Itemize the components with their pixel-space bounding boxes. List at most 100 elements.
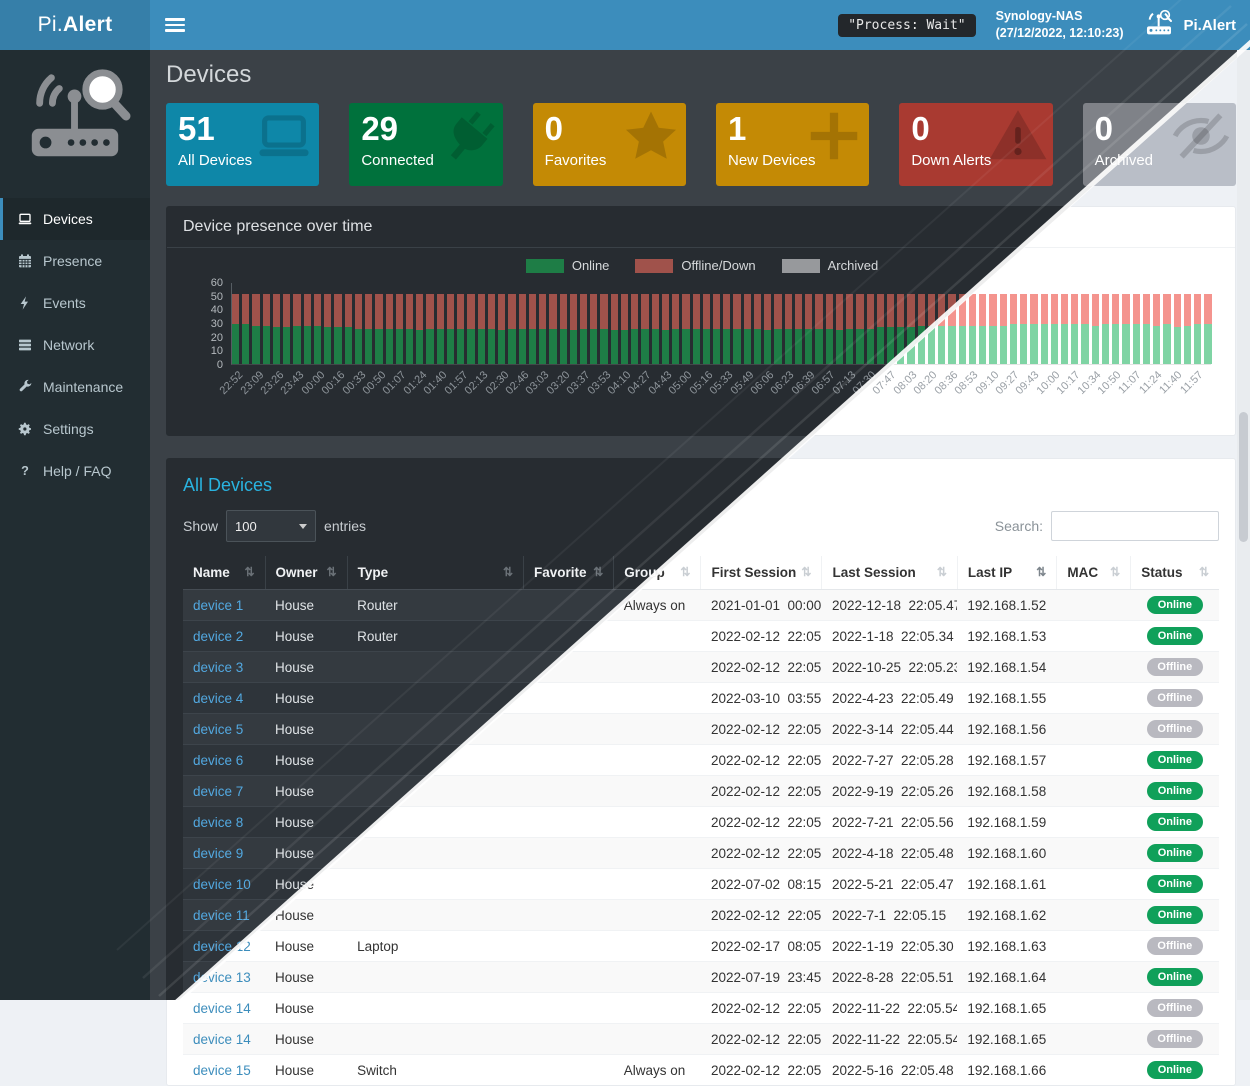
column-header-last-session[interactable]: Last Session ⇅: [822, 556, 957, 590]
device-link[interactable]: device 3: [193, 660, 243, 675]
sidebar-item-network[interactable]: Network: [0, 324, 150, 366]
device-link[interactable]: device 15: [193, 1063, 251, 1078]
device-link[interactable]: device 5: [193, 722, 243, 737]
chart-bar: [283, 294, 290, 364]
chart-bar: [631, 294, 638, 364]
card-new-devices[interactable]: 1 New Devices: [716, 103, 869, 186]
pialert-logo: [0, 50, 150, 180]
device-link[interactable]: device 14: [193, 1032, 251, 1047]
chart-bar: [252, 294, 259, 364]
card-down-alerts[interactable]: 0 Down Alerts: [899, 103, 1052, 186]
y-tick-label: 40: [193, 304, 223, 316]
device-link[interactable]: device 4: [193, 691, 243, 706]
cell-last-session: 2022-4-18 22:05.48: [822, 838, 957, 869]
sidebar-item-maintenance[interactable]: Maintenance: [0, 366, 150, 408]
sidebar-item-events[interactable]: Events: [0, 282, 150, 324]
sidebar-item-presence[interactable]: Presence: [0, 240, 150, 282]
cell-first-session: 2022-02-12 22:05: [701, 1055, 822, 1086]
cell-group: [614, 993, 701, 1024]
card-favorites[interactable]: 0 Favorites: [533, 103, 686, 186]
cell-last-session: 2022-4-23 22:05.49: [822, 683, 957, 714]
chart-bar: [1143, 294, 1150, 364]
device-link[interactable]: device 1: [193, 598, 243, 613]
sidebar-item-settings[interactable]: Settings: [0, 408, 150, 450]
chart-bar: [754, 294, 761, 364]
card-all-devices[interactable]: 51 All Devices: [166, 103, 319, 186]
device-link[interactable]: device 9: [193, 846, 243, 861]
column-header-name[interactable]: Name ⇅: [183, 556, 265, 590]
cell-last-session: 2022-8-28 22:05.51: [822, 962, 957, 993]
table-row: device 13 House 2022-07-19 23:45 2022-8-…: [183, 962, 1219, 993]
chart-bar: [365, 294, 372, 364]
chart-bar: [1194, 294, 1201, 364]
scrollbar-thumb[interactable]: [1239, 412, 1248, 542]
chart-bar: [826, 294, 833, 364]
entries-select[interactable]: 100: [226, 510, 316, 542]
brand-logo[interactable]: Pi.Alert: [0, 0, 150, 50]
sidebar-toggle-button[interactable]: [165, 15, 185, 35]
search-input[interactable]: [1051, 511, 1219, 541]
cell-group: [614, 962, 701, 993]
legend-item-online: Online: [526, 258, 610, 273]
header-app-brand[interactable]: Pi.Alert: [1143, 9, 1236, 41]
sidebar-item-label: Devices: [43, 211, 93, 227]
device-link[interactable]: device 7: [193, 784, 243, 799]
cell-type: Switch: [347, 1055, 523, 1086]
device-link[interactable]: device 14: [193, 1001, 251, 1016]
cell-type: [347, 1024, 523, 1055]
device-link[interactable]: device 2: [193, 629, 243, 644]
column-header-type[interactable]: Type ⇅: [347, 556, 523, 590]
column-header-status[interactable]: Status ⇅: [1131, 556, 1219, 590]
sidebar-item-devices[interactable]: Devices: [0, 198, 150, 240]
status-badge: Online: [1147, 751, 1203, 769]
cell-mac: [1057, 683, 1131, 714]
chart-bar: [416, 294, 423, 364]
cell-favorite: [524, 776, 614, 807]
column-header-owner[interactable]: Owner ⇅: [265, 556, 347, 590]
cell-last-session: 2022-1-18 22:05.34: [822, 621, 957, 652]
status-badge: Online: [1147, 844, 1203, 862]
sidebar-item-label: Maintenance: [43, 379, 123, 395]
search-label: Search:: [995, 518, 1043, 534]
plus-icon: [803, 105, 865, 172]
status-badge: Online: [1147, 968, 1203, 986]
sidebar-item-help-faq[interactable]: ? Help / FAQ: [0, 450, 150, 492]
cell-owner: House: [265, 776, 347, 807]
card-connected[interactable]: 29 Connected: [349, 103, 502, 186]
chart-bar: [273, 294, 280, 364]
column-header-last-ip[interactable]: Last IP ⇅: [957, 556, 1056, 590]
cell-type: [347, 838, 523, 869]
cell-last-ip: 192.168.1.60: [957, 838, 1056, 869]
chart-bar: [723, 294, 730, 364]
cell-first-session: 2022-02-12 22:05: [701, 745, 822, 776]
cell-last-session: 2022-10-25 22:05.23: [822, 652, 957, 683]
cell-owner: House: [265, 652, 347, 683]
eye-slash-icon: [1170, 105, 1232, 172]
cell-favorite: [524, 931, 614, 962]
cell-type: [347, 993, 523, 1024]
cell-first-session: 2022-02-12 22:05: [701, 652, 822, 683]
page-scrollbar[interactable]: [1237, 50, 1250, 1000]
column-header-favorite[interactable]: Favorite ⇅: [524, 556, 614, 590]
cell-group: [614, 807, 701, 838]
chart-bar: [887, 294, 894, 364]
status-badge: Online: [1147, 627, 1203, 645]
device-link[interactable]: device 6: [193, 753, 243, 768]
device-link[interactable]: device 10: [193, 877, 251, 892]
top-header-bar: Pi.Alert "Process: Wait" Synology-NAS (2…: [0, 0, 1250, 50]
chart-bar: [478, 294, 485, 364]
column-header-mac[interactable]: MAC ⇅: [1057, 556, 1131, 590]
chart-bar: [457, 294, 464, 364]
chart-bar: [959, 294, 966, 364]
chart-bar: [652, 294, 659, 364]
device-link[interactable]: device 11: [193, 908, 250, 923]
cell-last-session: 2022-7-27 22:05.28: [822, 745, 957, 776]
cell-type: Laptop: [347, 931, 523, 962]
chart-bar: [1092, 294, 1099, 364]
column-header-first-session[interactable]: First Session ⇅: [701, 556, 822, 590]
sort-icon: ⇅: [1199, 565, 1209, 579]
cell-mac: [1057, 962, 1131, 993]
device-link[interactable]: device 8: [193, 815, 243, 830]
cell-mac: [1057, 652, 1131, 683]
chart-bar: [293, 294, 300, 364]
